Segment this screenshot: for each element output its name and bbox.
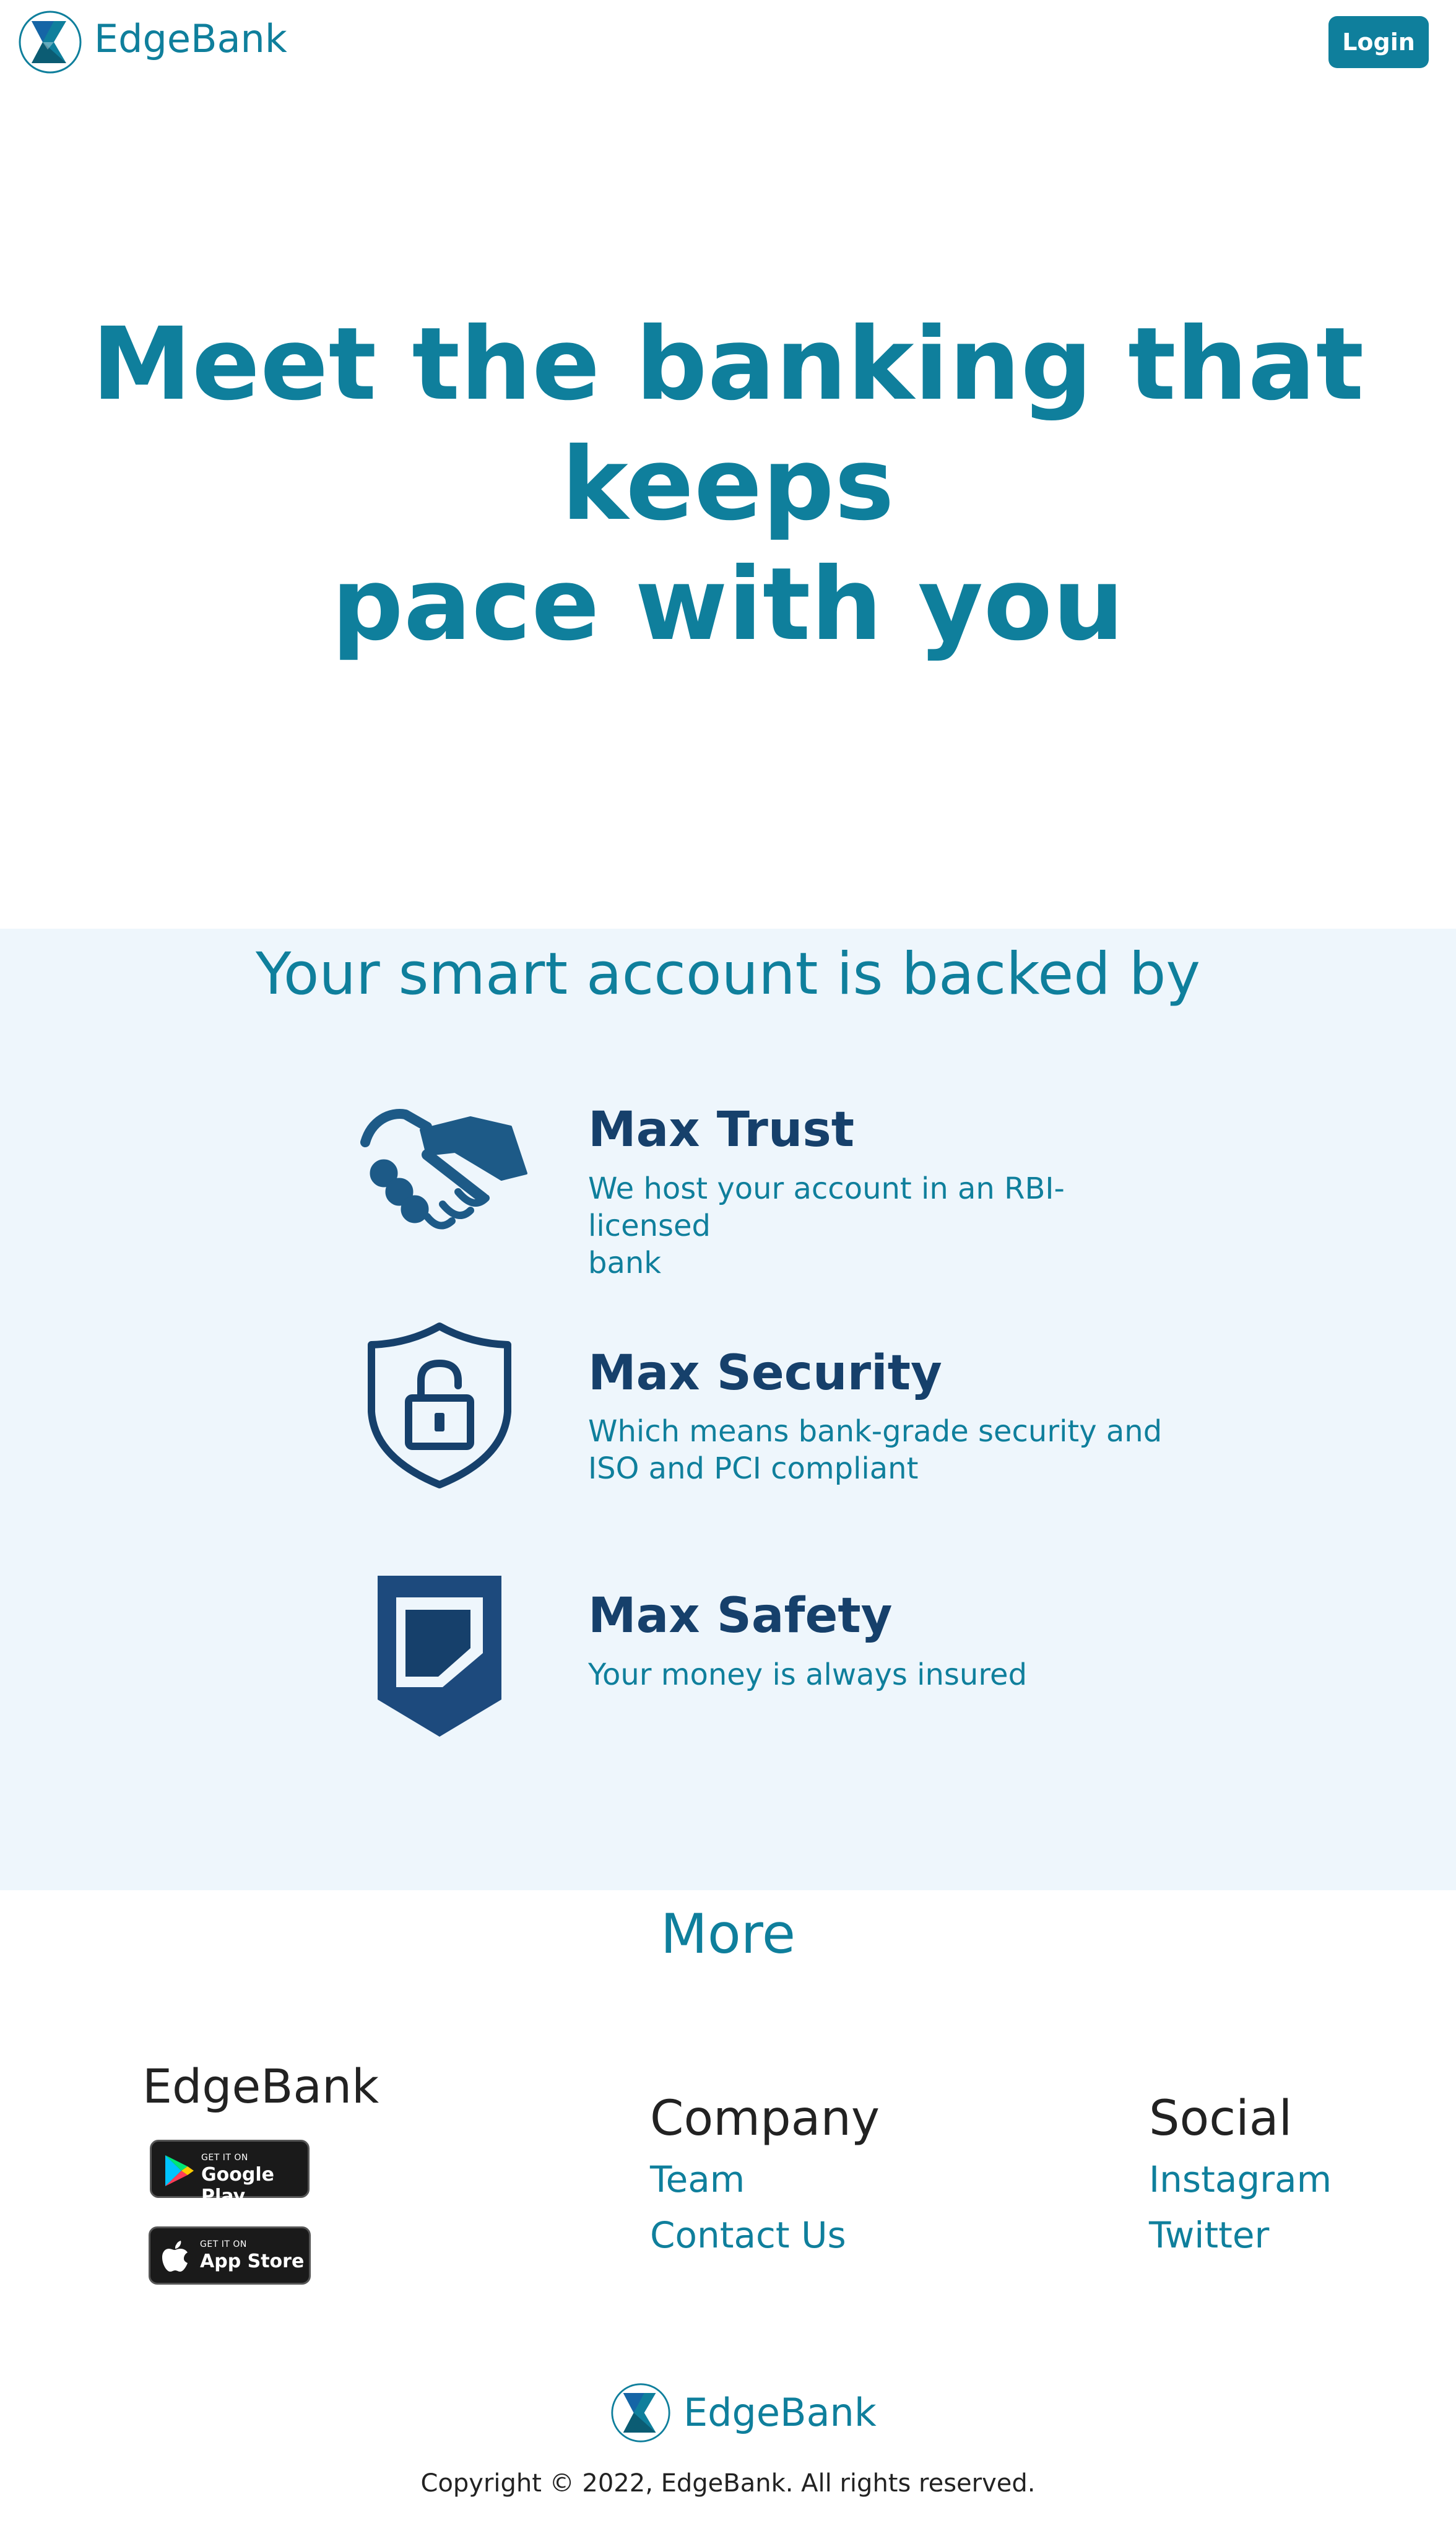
more-title: More [660,1902,796,1966]
app-store-small: GET IT ON [200,2239,247,2249]
hero-title: Meet the banking that keeps pace with yo… [62,305,1394,665]
footer-brand: EdgeBank [142,2059,379,2114]
company-column: Company Team Contact Us [650,2088,880,2260]
google-play-badge[interactable]: GET IT ON Google Play [150,2140,310,2207]
social-column: Social Instagram Twitter [1149,2088,1332,2260]
feature-desc-trust: We host your account in an RBI-licensed … [588,1171,1065,1280]
footer-logo-text[interactable]: EdgeBank [683,2387,877,2438]
brand-name[interactable]: EdgeBank [94,14,287,64]
handshake-icon [360,1109,527,1230]
site-header: EdgeBank Login [0,0,1456,87]
feature-title-security: Max Security [588,1345,942,1401]
shield-badge-icon [378,1576,501,1737]
hero-title-line2: pace with you [331,547,1125,663]
shield-lock-icon [368,1322,511,1488]
google-play-icon [165,2155,194,2186]
feature-title-trust: Max Trust [588,1102,855,1158]
edgebank-logo-icon[interactable] [610,2382,671,2443]
feature-title-safety: Max Safety [588,1588,893,1644]
apple-icon [162,2241,188,2272]
copyright-text: Copyright © 2022, EdgeBank. All rights r… [420,2469,1036,2498]
edgebank-logo-icon[interactable] [18,10,82,74]
link-contact-us[interactable]: Contact Us [650,2210,880,2260]
link-twitter[interactable]: Twitter [1149,2210,1332,2260]
hero-title-line1: Meet the banking that keeps [92,306,1364,543]
backed-by-section [0,929,1456,1890]
backed-by-title: Your smart account is backed by [255,940,1201,1008]
app-store-big: App Store [200,2251,305,2272]
company-heading: Company [650,2091,880,2147]
google-play-big: Google Play [201,2164,274,2207]
app-store-badge[interactable]: GET IT ON App Store [149,2226,311,2285]
login-button[interactable]: Login [1328,16,1429,68]
google-play-small: GET IT ON [201,2153,248,2163]
social-heading: Social [1149,2091,1293,2147]
feature-desc-security: Which means bank-grade security and ISO … [588,1414,1163,1486]
link-instagram[interactable]: Instagram [1149,2155,1332,2204]
feature-desc-safety: Your money is always insured [588,1657,1028,1692]
link-team[interactable]: Team [650,2155,880,2204]
